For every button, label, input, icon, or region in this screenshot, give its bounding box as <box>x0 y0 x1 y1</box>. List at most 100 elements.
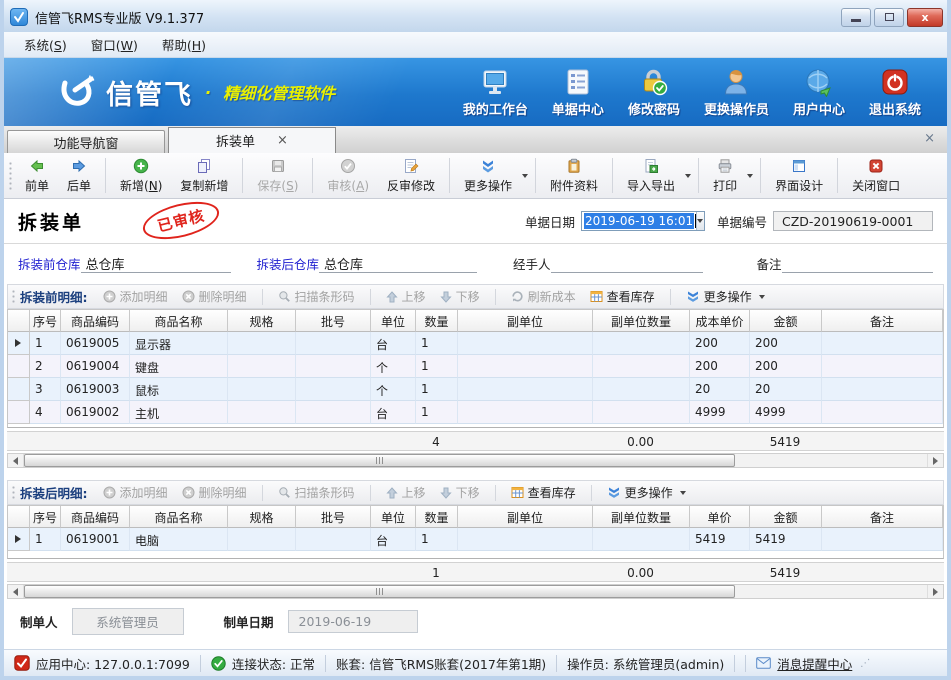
import-export-button[interactable]: 导入导出 <box>618 153 693 198</box>
table-cell[interactable] <box>296 355 371 378</box>
close-button[interactable]: x <box>907 8 943 27</box>
view-stock-button[interactable]: 查看库存 <box>587 286 658 307</box>
tab-disassembly-order[interactable]: 拆装单 × <box>168 127 336 153</box>
tab-function-navigator[interactable]: 功能导航窗 <box>7 130 165 153</box>
table-cell[interactable]: 鼠标 <box>130 378 228 401</box>
table-cell[interactable]: 200 <box>750 355 822 378</box>
table-cell[interactable] <box>458 528 593 551</box>
table-cell[interactable]: 4999 <box>750 401 822 424</box>
table-cell[interactable]: 200 <box>690 355 750 378</box>
table-cell[interactable]: 1 <box>416 355 458 378</box>
minimize-button[interactable] <box>841 8 871 27</box>
header-cell[interactable]: 副单位数量 <box>593 310 690 332</box>
header-cell[interactable]: 序号 <box>30 506 61 528</box>
table-cell[interactable]: 1 <box>416 378 458 401</box>
table-cell[interactable] <box>458 355 593 378</box>
handler-field[interactable] <box>551 254 703 273</box>
table-cell[interactable]: 5419 <box>750 528 822 551</box>
table-cell[interactable]: 1 <box>416 332 458 355</box>
copy-new-button[interactable]: 复制新增 <box>171 153 237 198</box>
header-cell[interactable]: 金额 <box>750 506 822 528</box>
table-cell[interactable] <box>593 528 690 551</box>
header-cell[interactable]: 序号 <box>30 310 61 332</box>
header-cell[interactable]: 单位 <box>371 506 416 528</box>
header-cell[interactable]: 批号 <box>296 506 371 528</box>
table-cell[interactable]: 0619002 <box>61 401 130 424</box>
table-cell[interactable]: 20 <box>750 378 822 401</box>
table-cell[interactable] <box>296 528 371 551</box>
table-cell[interactable] <box>296 332 371 355</box>
header-cell[interactable]: 商品编码 <box>61 310 130 332</box>
remark-field[interactable] <box>782 254 933 273</box>
header-cell[interactable]: 商品名称 <box>130 506 228 528</box>
scroll-left-arrow-icon[interactable] <box>8 454 24 467</box>
more-actions-button[interactable]: 更多操作 <box>455 153 530 198</box>
table-cell[interactable] <box>458 332 593 355</box>
table-cell[interactable]: 主机 <box>130 401 228 424</box>
header-cell[interactable]: 金额 <box>750 310 822 332</box>
row-selector[interactable] <box>8 355 30 378</box>
table-cell[interactable]: 键盘 <box>130 355 228 378</box>
next-doc-button[interactable]: 后单 <box>58 153 100 198</box>
header-cell[interactable]: 单价 <box>690 506 750 528</box>
row-selector[interactable] <box>8 332 30 355</box>
table-cell[interactable] <box>228 401 296 424</box>
maximize-button[interactable] <box>874 8 904 27</box>
table-row[interactable]: 10619001电脑台154195419 <box>8 528 943 551</box>
table-row[interactable]: 20619004键盘个1200200 <box>8 355 943 378</box>
table-cell[interactable]: 1 <box>30 332 61 355</box>
nav-user-center[interactable]: 用户中心 <box>793 67 845 118</box>
table-cell[interactable]: 0619003 <box>61 378 130 401</box>
resize-grip-icon[interactable]: ⋰ <box>860 658 871 669</box>
nav-document-center[interactable]: 单据中心 <box>552 67 604 118</box>
scroll-right-arrow-icon[interactable] <box>927 454 943 467</box>
table-cell[interactable] <box>593 332 690 355</box>
nav-exit-system[interactable]: 退出系统 <box>869 67 921 118</box>
nav-my-workbench[interactable]: 我的工作台 <box>463 67 528 118</box>
table-cell[interactable]: 4999 <box>690 401 750 424</box>
table-cell[interactable] <box>458 401 593 424</box>
table-cell[interactable]: 个 <box>371 355 416 378</box>
after-table-hscrollbar[interactable] <box>7 584 944 599</box>
table-cell[interactable]: 0619004 <box>61 355 130 378</box>
row-selector[interactable] <box>8 378 30 401</box>
nav-change-password[interactable]: 修改密码 <box>628 67 680 118</box>
more-detail-actions-button[interactable]: 更多操作 <box>604 482 689 503</box>
table-cell[interactable] <box>822 528 943 551</box>
menu-help[interactable]: 帮助(H) <box>150 31 218 58</box>
header-cell[interactable]: 副单位 <box>458 310 593 332</box>
scrollbar-thumb[interactable] <box>24 585 735 598</box>
message-center-link[interactable]: 消息提醒中心 <box>777 654 852 673</box>
table-cell[interactable] <box>822 332 943 355</box>
table-cell[interactable]: 台 <box>371 401 416 424</box>
close-window-button[interactable]: 关闭窗口 <box>843 153 909 198</box>
table-cell[interactable] <box>593 355 690 378</box>
table-cell[interactable] <box>593 378 690 401</box>
table-cell[interactable]: 1 <box>416 401 458 424</box>
header-cell[interactable]: 副单位 <box>458 506 593 528</box>
print-button[interactable]: 打印 <box>704 153 755 198</box>
table-cell[interactable]: 0619005 <box>61 332 130 355</box>
warehouse-before-field[interactable]: 总仓库 <box>81 254 231 273</box>
header-cell[interactable]: 数量 <box>416 310 458 332</box>
row-selector[interactable] <box>8 528 30 551</box>
table-cell[interactable]: 1 <box>416 528 458 551</box>
new-button[interactable]: 新增(N) <box>111 153 171 198</box>
table-cell[interactable]: 200 <box>690 332 750 355</box>
header-cell[interactable]: 批号 <box>296 310 371 332</box>
table-row[interactable]: 30619003鼠标个12020 <box>8 378 943 401</box>
view-stock-button[interactable]: 查看库存 <box>508 482 579 503</box>
before-table-hscrollbar[interactable] <box>7 453 944 468</box>
table-cell[interactable] <box>458 378 593 401</box>
table-cell[interactable]: 200 <box>750 332 822 355</box>
table-cell[interactable] <box>296 378 371 401</box>
header-cell[interactable]: 成本单价 <box>690 310 750 332</box>
header-cell[interactable]: 规格 <box>228 310 296 332</box>
table-cell[interactable] <box>228 355 296 378</box>
table-row[interactable]: 40619002主机台149994999 <box>8 401 943 424</box>
scrollbar-track[interactable] <box>735 585 927 598</box>
table-row[interactable]: 10619005显示器台1200200 <box>8 332 943 355</box>
table-cell[interactable] <box>822 401 943 424</box>
doc-no-field[interactable]: CZD-20190619-0001 <box>773 211 933 231</box>
table-cell[interactable] <box>228 332 296 355</box>
